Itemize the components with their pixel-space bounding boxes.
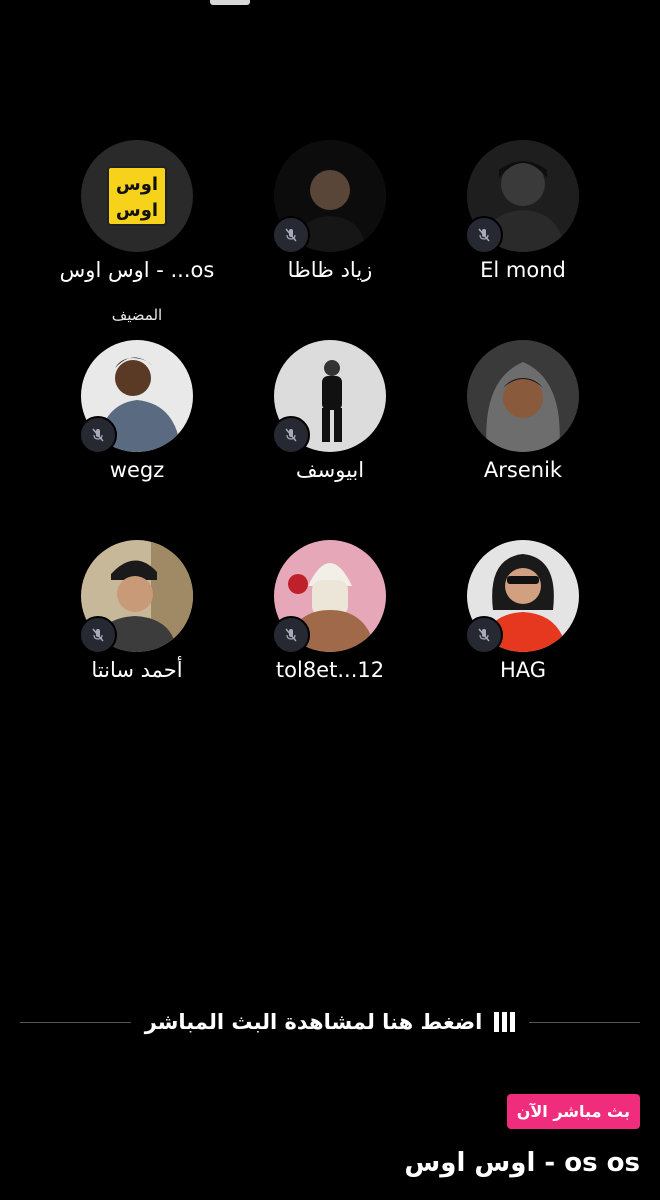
participant-name: أحمد سانتا: [91, 658, 183, 682]
logo-icon: اوس اوس: [107, 166, 167, 226]
live-stream-title[interactable]: اوس اوس - os os: [404, 1148, 640, 1178]
participant-tile[interactable]: أحمد سانتا: [47, 540, 227, 730]
participant-tile[interactable]: زياد ظاظا: [240, 140, 420, 330]
participant-name: HAG: [499, 658, 547, 682]
watch-live-row: اضغط هنا لمشاهدة البث المباشر: [20, 1000, 640, 1044]
participant-tile[interactable]: HAG: [433, 540, 613, 730]
watch-live-button[interactable]: اضغط هنا لمشاهدة البث المباشر: [131, 1010, 530, 1034]
mic-off-icon: [465, 616, 503, 654]
participant-name: زياد ظاظا: [287, 258, 373, 282]
participant-name: ابيوسف: [295, 458, 365, 482]
divider-line: [20, 1021, 131, 1023]
participant-tile[interactable]: Arsenik: [433, 340, 613, 530]
participant-name: tol8et...12: [275, 658, 385, 682]
participant-tile[interactable]: El mond: [433, 140, 613, 330]
participant-tile[interactable]: ابيوسف: [240, 340, 420, 530]
divider-line: [529, 1021, 640, 1023]
participant-name: El mond: [480, 258, 566, 282]
mic-off-icon: [465, 216, 503, 254]
watch-live-label: اضغط هنا لمشاهدة البث المباشر: [144, 1010, 483, 1034]
participant-name: wegz: [109, 458, 165, 482]
audio-bars-icon: [494, 1012, 516, 1032]
drag-handle[interactable]: [210, 0, 250, 5]
mic-off-icon: [272, 616, 310, 654]
host-role-label: المضيف: [111, 306, 163, 324]
mic-off-icon: [272, 216, 310, 254]
participant-host[interactable]: اوس اوس اوس اوس - ...os المضيف: [47, 140, 227, 330]
host-logo-avatar: اوس اوس: [81, 140, 193, 252]
mic-off-icon: [79, 416, 117, 454]
live-now-badge: بث مباشر الآن: [506, 1094, 640, 1129]
participant-name: Arsenik: [483, 458, 563, 482]
participant-tile[interactable]: wegz: [47, 340, 227, 530]
participant-tile[interactable]: tol8et...12: [240, 540, 420, 730]
person-avatar: [467, 340, 579, 452]
participant-name: اوس اوس - ...os: [59, 258, 215, 282]
mic-off-icon: [272, 416, 310, 454]
mic-off-icon: [79, 616, 117, 654]
